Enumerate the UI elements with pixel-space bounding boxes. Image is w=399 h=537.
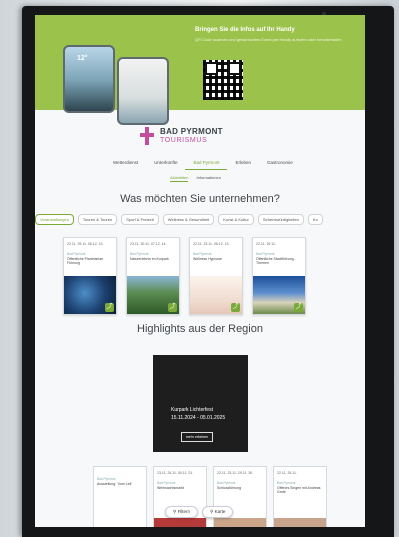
event-title: Ausstellung: 'Vom Leit' xyxy=(97,482,132,486)
qr-banner: 12° Bringen Sie die Infos auf Ihr Handy … xyxy=(35,15,365,125)
nav-item-gastronomie[interactable]: Gastronomie xyxy=(259,160,301,170)
map-label: Karte xyxy=(214,509,226,514)
chip-more[interactable]: Ko xyxy=(307,214,323,225)
event-location: Bad Pyrmont xyxy=(130,252,149,256)
tab-informationen[interactable]: Informationen xyxy=(196,175,220,182)
nav-item-erleben[interactable]: Erleben xyxy=(227,160,259,170)
banner-title: Bringen Sie die Infos auf Ihr Handy xyxy=(195,27,295,33)
cross-icon xyxy=(140,127,154,145)
filter-label: Filtern xyxy=(177,509,191,514)
highlights-heading: Highlights aus der Region xyxy=(137,323,263,335)
event-location: Bad Pyrmont xyxy=(97,477,116,481)
event-location: Bad Pyrmont xyxy=(67,252,86,256)
event-card[interactable]: 22.11. 29.11. Bad Pyrmont Öffentliche St… xyxy=(252,237,306,315)
event-card[interactable]: 22.11. 29.11. Bad Pyrmont Offenes Singen… xyxy=(273,466,327,527)
chip-sehenswuerdigkeiten[interactable]: Sehenswürdigkeiten xyxy=(257,214,304,225)
filter-button[interactable]: ⚲ Filtern xyxy=(165,506,199,518)
link-icon[interactable]: ⤴ xyxy=(294,303,303,312)
event-title: Wellness Hypnose xyxy=(193,257,222,261)
chip-veranstaltungen[interactable]: Veranstaltungen xyxy=(35,214,74,225)
event-card[interactable]: 23.11. 30.11. 07.12. 14. Bad Pyrmont Nat… xyxy=(126,237,180,315)
phone-mockup-app xyxy=(117,57,169,125)
more-info-button[interactable]: mehr erfahren xyxy=(181,432,213,442)
banner-subtitle: QR Code scannen und gewünschtes Event pe… xyxy=(195,37,342,42)
link-icon[interactable]: ⤴ xyxy=(168,303,177,312)
nav-item-bad-pyrmont[interactable]: Bad Pyrmont xyxy=(185,160,228,170)
event-image xyxy=(214,518,266,527)
main-nav: Wetterdienst Unterkünfte Bad Pyrmont Erl… xyxy=(105,160,345,170)
event-card[interactable]: 22.11. 23.11. 06.12. 13. Bad Pyrmont Wel… xyxy=(189,237,243,315)
sub-nav: Aktivitäten Informationen xyxy=(170,175,221,182)
kiosk-screen: 12° Bringen Sie die Infos auf Ihr Handy … xyxy=(35,15,365,527)
event-title: Öffentliche Stadtführung - Themen xyxy=(256,257,296,265)
highlight-title: Kurpark Lichterfest xyxy=(171,407,213,413)
map-pin-icon: ⚲ xyxy=(210,509,214,514)
event-dates: 22.11. 23.11. 06.12. 13. xyxy=(193,242,230,246)
tab-aktivitaeten[interactable]: Aktivitäten xyxy=(170,175,189,182)
qr-code[interactable] xyxy=(203,60,243,100)
activities-heading: Was möchten Sie unternehmen? xyxy=(120,193,280,205)
brand-tagline: TOURISMUS xyxy=(160,137,208,144)
event-dates: 23.11. 24.11. 30.11. 01. xyxy=(157,471,194,475)
event-cards: 22.11. 29.11. 06.12. 13. Bad Pyrmont Öff… xyxy=(63,237,306,315)
event-dates: 22.11. 23.11. 29.11. 30. xyxy=(217,471,254,475)
phone-temperature: 12° xyxy=(77,55,88,62)
event-dates: 22.11. 29.11. xyxy=(256,242,276,246)
brand-name: BAD PYRMONT xyxy=(160,127,223,136)
map-button[interactable]: ⚲ Karte xyxy=(202,506,234,518)
floating-actions: ⚲ Filtern ⚲ Karte xyxy=(165,506,234,518)
highlight-dates: 15.11.2024 - 05.01.2025 xyxy=(171,415,226,421)
event-title: Naturerlebnis im Kurpark xyxy=(130,257,169,261)
event-image xyxy=(274,518,326,527)
event-title: Weihnachtsmarkt xyxy=(157,486,184,490)
event-location: Bad Pyrmont xyxy=(157,481,176,485)
chip-touren[interactable]: Touren & Touren xyxy=(77,214,118,225)
filter-icon: ⚲ xyxy=(173,509,177,514)
nav-item-unterkuenfte[interactable]: Unterkünfte xyxy=(146,160,185,170)
event-location: Bad Pyrmont xyxy=(217,481,236,485)
link-icon[interactable]: ⤴ xyxy=(105,303,114,312)
link-icon[interactable]: ⤴ xyxy=(231,303,240,312)
event-dates: 23.11. 30.11. 07.12. 14. xyxy=(130,242,167,246)
event-location: Bad Pyrmont xyxy=(193,252,212,256)
event-title: Öffentliche Planetarium Führung xyxy=(67,257,104,265)
category-chips: Veranstaltungen Touren & Touren Sport & … xyxy=(35,214,365,225)
event-title: Schlossführung xyxy=(217,486,242,490)
phone-mockup-weather: 12° xyxy=(63,45,115,113)
event-location: Bad Pyrmont xyxy=(256,252,275,256)
event-title: Offenes Singen mit Andreas Grote xyxy=(277,486,321,494)
event-dates: 22.11. 29.11. xyxy=(277,471,297,475)
chip-wellness[interactable]: Wellness & Gesundheit xyxy=(162,214,215,225)
event-card[interactable]: Bad Pyrmont Ausstellung: 'Vom Leit' xyxy=(93,466,147,527)
event-location: Bad Pyrmont xyxy=(277,481,296,485)
nav-item-wetterdienst[interactable]: Wetterdienst xyxy=(105,160,146,170)
event-dates: 22.11. 29.11. 06.12. 13. xyxy=(67,242,104,246)
event-image xyxy=(154,518,206,527)
kiosk-photo: 12° Bringen Sie die Infos auf Ihr Handy … xyxy=(0,0,399,537)
chip-sport-freizeit[interactable]: Sport & Freizeit xyxy=(121,214,159,225)
highlight-card[interactable]: Kurpark Lichterfest 15.11.2024 - 05.01.2… xyxy=(153,355,248,452)
chip-kunst-kultur[interactable]: Kunst & Kultur xyxy=(218,214,254,225)
event-card[interactable]: 22.11. 29.11. 06.12. 13. Bad Pyrmont Öff… xyxy=(63,237,117,315)
